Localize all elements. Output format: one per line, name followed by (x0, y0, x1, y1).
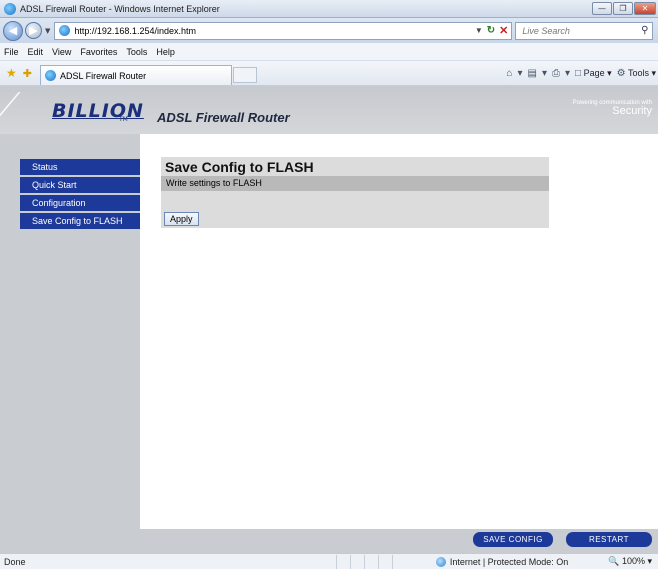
page-content: BILLION TM ADSL Firewall Router Powering… (0, 86, 658, 553)
search-icon[interactable]: ⚲ (641, 25, 648, 36)
feeds-icon[interactable]: ▤ (528, 68, 537, 79)
security-zone[interactable]: Internet | Protected Mode: On 🔍 100% ▾ (435, 556, 658, 567)
status-text: Done (4, 556, 26, 567)
status-pane (377, 554, 392, 569)
maximize-button[interactable]: ❐ (613, 2, 633, 15)
menu-file[interactable]: File (4, 47, 19, 57)
main-panel: Save Config to FLASH Write settings to F… (140, 134, 658, 529)
new-tab-button[interactable] (232, 67, 257, 83)
address-bar: ◀ ▶ ▼ http://192.168.1.254/index.htm ▼ ↻… (0, 18, 658, 43)
history-dropdown-icon[interactable]: ▼ (45, 27, 50, 35)
status-bar: Done Internet | Protected Mode: On 🔍 100… (0, 553, 658, 569)
gear-icon: ⚙ (616, 67, 626, 79)
url-actions: ▼ ↻ ✕ (475, 24, 512, 37)
url-dropdown-icon[interactable]: ▼ (475, 26, 483, 35)
window-titlebar: ADSL Firewall Router - Windows Internet … (0, 0, 658, 18)
menu-help[interactable]: Help (156, 47, 175, 57)
minimize-button[interactable]: — (592, 2, 612, 15)
menu-tools[interactable]: Tools (126, 47, 147, 57)
home-icon[interactable]: ⌂ (506, 68, 512, 79)
logo-swoosh (0, 92, 41, 122)
status-pane (363, 554, 378, 569)
powering-security-tagline: Powering communication with Security (573, 100, 652, 117)
sidebar-item-quick-start[interactable]: Quick Start (20, 177, 140, 193)
footer-buttons: SAVE CONFIG RESTART (140, 531, 658, 553)
status-panes (335, 554, 406, 569)
forward-button[interactable]: ▶ (25, 22, 42, 39)
router-sidebar: Status Quick Start Configuration Save Co… (20, 159, 140, 231)
tools-menu-label: Tools (627, 67, 649, 78)
page-menu-label: Page (583, 67, 605, 78)
menu-edit[interactable]: Edit (28, 47, 44, 57)
page-title: Save Config to FLASH (165, 159, 314, 175)
refresh-icon[interactable]: ↻ (487, 25, 495, 36)
tab-bar: ★ ✚ ADSL Firewall Router ⌂ ▾ ▤ ▾ ⎙ ▾ □ Page… (0, 61, 658, 86)
status-pane (349, 554, 364, 569)
print-dropdown-icon[interactable]: ▾ (565, 68, 570, 79)
page-menu[interactable]: □ Page ▾ (575, 68, 612, 79)
page-icon: □ (575, 67, 582, 79)
url-field[interactable]: http://192.168.1.254/index.htm ▼ ↻ ✕ (54, 21, 513, 40)
save-config-box: Save Config to FLASH Write settings to F… (161, 157, 549, 228)
zoom-level[interactable]: 🔍 100% ▾ (608, 556, 658, 567)
window-title: ADSL Firewall Router - Windows Internet … (20, 3, 220, 14)
menu-favorites[interactable]: Favorites (80, 47, 117, 57)
logo-tm: TM (119, 116, 128, 123)
sidebar-item-save-config[interactable]: Save Config to FLASH (20, 213, 140, 229)
sidebar-item-status[interactable]: Status (20, 159, 140, 175)
print-icon[interactable]: ⎙ (552, 68, 560, 79)
command-bar: ⌂ ▾ ▤ ▾ ⎙ ▾ □ Page ▾ ⚙ Tools ▾ (506, 68, 658, 79)
home-dropdown-icon[interactable]: ▾ (517, 68, 522, 79)
status-pane (335, 554, 350, 569)
tab-label: ADSL Firewall Router (59, 70, 147, 81)
tools-menu[interactable]: ⚙ Tools ▾ (617, 68, 656, 79)
zone-text: Internet | Protected Mode: On (449, 556, 569, 567)
search-input[interactable]: Live Search ⚲ (515, 21, 654, 40)
billion-logo: BILLION (52, 100, 144, 122)
product-name: ADSL Firewall Router (157, 110, 290, 125)
tab-favicon-icon (44, 70, 56, 81)
url-text: http://192.168.1.254/index.htm (74, 25, 196, 36)
feeds-dropdown-icon[interactable]: ▾ (542, 68, 547, 79)
powering-bottom: Security (612, 105, 652, 117)
close-button[interactable]: ✕ (634, 2, 656, 15)
window-controls: — ❐ ✕ (592, 2, 656, 15)
menu-view[interactable]: View (52, 47, 71, 57)
sidebar-item-configuration[interactable]: Configuration (20, 195, 140, 211)
menu-bar: File Edit View Favorites Tools Help (0, 43, 658, 61)
page-favicon-icon (59, 25, 71, 36)
zoom-text: 100% (621, 556, 645, 566)
favorites-star-icon[interactable]: ★ (6, 66, 17, 80)
section-subtitle: Write settings to FLASH (161, 176, 549, 191)
back-button[interactable]: ◀ (3, 20, 23, 41)
restart-button[interactable]: RESTART (566, 532, 652, 547)
apply-button[interactable]: Apply (164, 212, 199, 226)
save-config-button[interactable]: SAVE CONFIG (473, 532, 553, 547)
add-favorites-icon[interactable]: ✚ (23, 67, 32, 80)
stop-icon[interactable]: ✕ (499, 24, 508, 37)
ie-logo-icon (4, 2, 16, 15)
status-pane (391, 554, 406, 569)
router-header: BILLION TM ADSL Firewall Router Powering… (0, 86, 658, 134)
tab-adsl-firewall-router[interactable]: ADSL Firewall Router (39, 65, 232, 85)
search-placeholder: Live Search (522, 25, 570, 36)
globe-icon (435, 556, 446, 567)
